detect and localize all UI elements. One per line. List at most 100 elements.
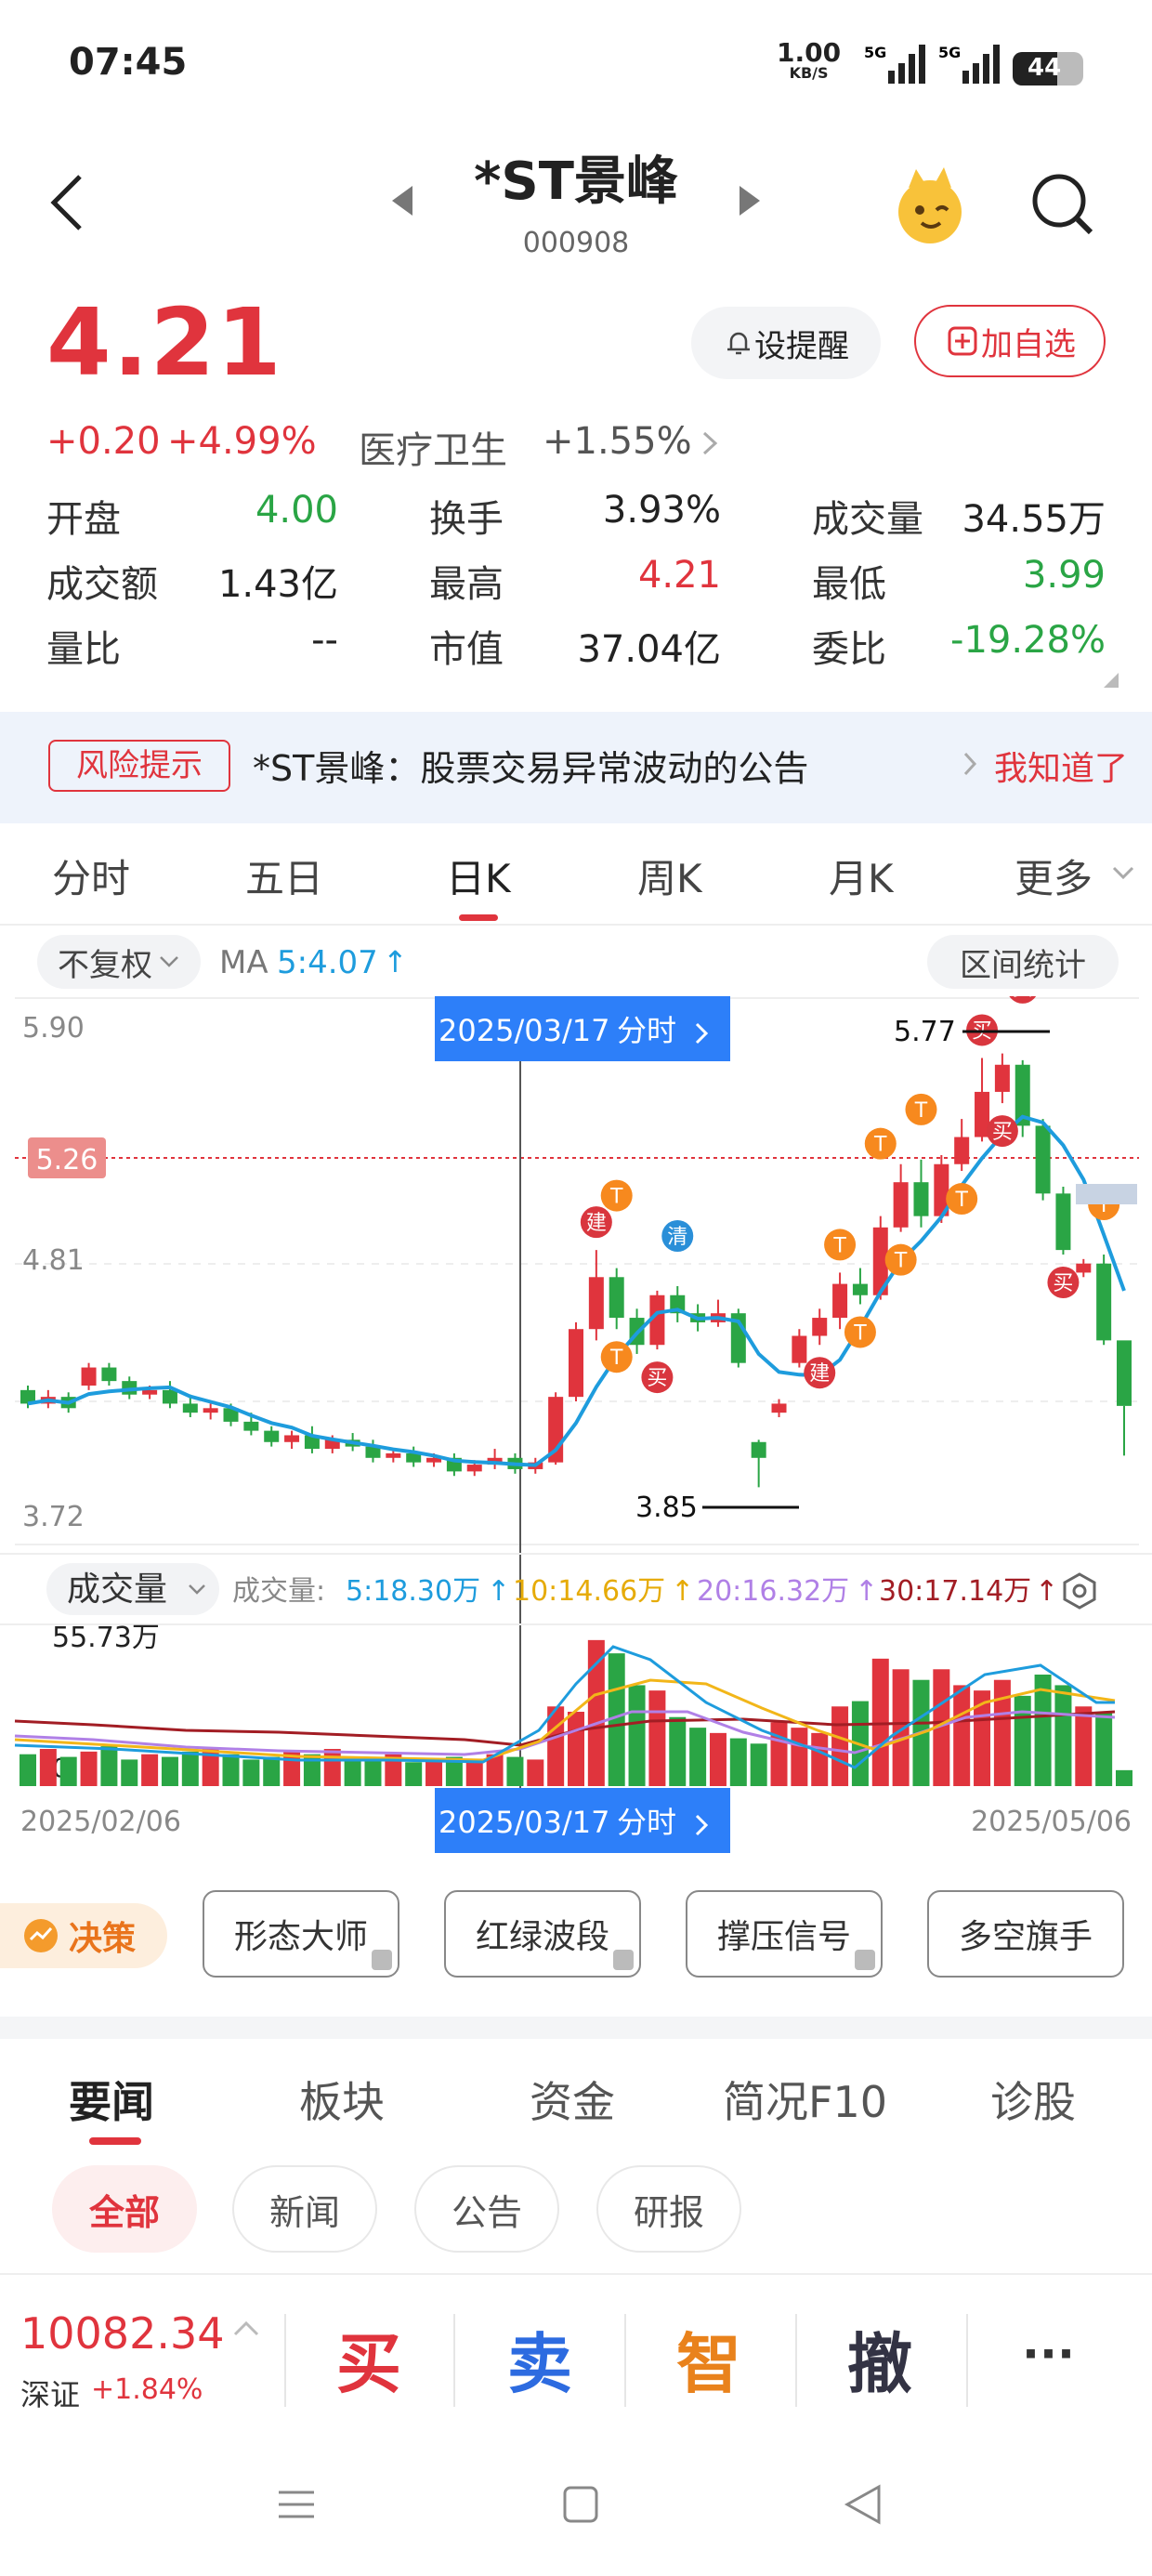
stat-value: 1.43亿: [217, 563, 338, 606]
adjust-label: 不复权: [58, 946, 152, 984]
stat-label: 量比: [46, 628, 121, 671]
section-divider: [0, 2017, 1152, 2039]
volume-prefix: 成交量:: [232, 1575, 325, 1608]
volume-bar: [568, 1712, 584, 1786]
tab-f10[interactable]: 简况F10: [723, 2069, 887, 2130]
smart-button[interactable]: 智: [676, 2312, 741, 2406]
trade-marker-label: T: [873, 1134, 887, 1157]
candle: [569, 1329, 583, 1398]
volume-bar: [648, 1690, 666, 1786]
volume-bar: [100, 1746, 118, 1786]
battery-level: 44: [1028, 54, 1062, 82]
decision-badge[interactable]: 决策: [0, 1903, 167, 1968]
bull-bear-button[interactable]: 多空旗手: [927, 1890, 1124, 1978]
divider: [284, 2314, 286, 2407]
index-name: 深证: [20, 2377, 81, 2412]
volume-bar: [1095, 1712, 1113, 1786]
chevron-right-icon[interactable]: [700, 429, 719, 457]
high-annotation: 5.77: [894, 1016, 956, 1048]
chevron-down-icon: [160, 956, 178, 967]
mascot-icon[interactable]: [888, 164, 972, 247]
ma5-value: 5:4.07: [277, 944, 378, 981]
filter-research[interactable]: 研报: [596, 2165, 741, 2253]
candle: [588, 1277, 604, 1330]
interval-stats-button[interactable]: 区间统计: [927, 935, 1119, 989]
risk-text[interactable]: *ST景峰：股票交易异常波动的公告: [253, 740, 808, 791]
signal-icon: 5G: [864, 44, 925, 84]
index-value[interactable]: 10082.34: [20, 2308, 225, 2359]
next-stock-icon[interactable]: [736, 182, 764, 219]
y-tick-bottom: 3.72: [22, 1501, 85, 1533]
stat-value: 37.04亿: [577, 628, 721, 671]
y-tick-mid: 4.81: [22, 1244, 85, 1277]
menu-nav-icon[interactable]: [275, 2481, 318, 2528]
candle: [1117, 1340, 1132, 1406]
signal-icon-2: 5G: [938, 44, 1000, 84]
volume-bar: [344, 1759, 361, 1786]
volume-bar: [1075, 1706, 1093, 1786]
risk-notice[interactable]: 风险提示 *ST景峰：股票交易异常波动的公告 我知道了: [0, 712, 1152, 823]
candle: [751, 1441, 766, 1458]
tab-funds[interactable]: 资金: [530, 2069, 615, 2130]
active-tab-indicator: [459, 914, 498, 921]
trade-marker-label: T: [609, 1186, 623, 1209]
volume-bar: [323, 1749, 341, 1786]
divider: [0, 924, 1152, 926]
candle: [609, 1277, 624, 1319]
tab-more[interactable]: 更多: [1015, 848, 1093, 904]
battery-icon: 44: [1013, 52, 1083, 85]
candle: [893, 1182, 909, 1228]
volume-bar: [161, 1756, 178, 1786]
tab-weekly-k[interactable]: 周K: [637, 848, 702, 904]
filter-news[interactable]: 新闻: [232, 2165, 377, 2253]
filter-announcements[interactable]: 公告: [414, 2165, 559, 2253]
current-price: 4.21: [46, 288, 283, 397]
sector-change[interactable]: +1.55%: [543, 420, 692, 463]
stat-label: 换手: [429, 498, 504, 541]
kline-chart[interactable]: 5.90 4.81 3.72 5.26 2025/03/17 分时 建TT买清建…: [0, 996, 1152, 1864]
status-time: 07:45: [69, 41, 188, 84]
chevron-down-icon[interactable]: [1111, 864, 1135, 883]
expand-corner-icon[interactable]: [1102, 671, 1120, 690]
candle: [81, 1367, 97, 1386]
set-alert-button[interactable]: 设提醒: [691, 307, 881, 379]
sell-button[interactable]: 卖: [507, 2312, 572, 2406]
tab-five-day[interactable]: 五日: [245, 848, 323, 904]
vol-ma30-line: [14, 1710, 1116, 1747]
tab-timeshare[interactable]: 分时: [52, 848, 130, 904]
volume-bar: [20, 1754, 36, 1786]
candle: [1076, 1263, 1092, 1273]
dismiss-risk-button[interactable]: 我知道了: [994, 742, 1128, 790]
more-button[interactable]: ···: [1022, 2327, 1075, 2381]
pattern-master-button[interactable]: 形态大师: [203, 1890, 399, 1978]
chevron-up-icon[interactable]: [232, 2318, 260, 2338]
buy-button[interactable]: 买: [336, 2312, 401, 2406]
volume-bar: [59, 1756, 77, 1786]
tab-daily-k[interactable]: 日K: [446, 848, 511, 904]
candle: [771, 1403, 787, 1413]
red-green-band-button[interactable]: 红绿波段: [444, 1890, 641, 1978]
tab-monthly-k[interactable]: 月K: [829, 848, 894, 904]
tab-diagnosis[interactable]: 诊股: [990, 2069, 1076, 2130]
sector-name[interactable]: 医疗卫生: [359, 420, 507, 474]
candle: [1035, 1125, 1051, 1194]
search-icon[interactable]: [1029, 171, 1094, 236]
stat-label: 开盘: [46, 498, 121, 541]
volume-bar: [1014, 1695, 1031, 1786]
back-nav-icon[interactable]: [842, 2481, 884, 2528]
last-price-marker: [1076, 1184, 1137, 1204]
home-nav-icon[interactable]: [559, 2481, 602, 2528]
support-resistance-button[interactable]: 撑压信号: [686, 1890, 883, 1978]
decision-icon: [24, 1919, 58, 1952]
tab-headlines[interactable]: 要闻: [69, 2069, 154, 2130]
tab-sector[interactable]: 板块: [299, 2069, 385, 2130]
button-label: 形态大师: [233, 1918, 368, 1956]
volume-bar: [527, 1759, 544, 1786]
adjust-select[interactable]: 不复权: [37, 935, 201, 989]
index-pct: +1.84%: [91, 2373, 203, 2406]
add-watchlist-button[interactable]: 加自选: [914, 305, 1106, 377]
divider: [966, 2314, 968, 2407]
risk-tag: 风险提示: [48, 740, 230, 792]
filter-all[interactable]: 全部: [52, 2165, 197, 2253]
cancel-order-button[interactable]: 撤: [847, 2312, 912, 2406]
